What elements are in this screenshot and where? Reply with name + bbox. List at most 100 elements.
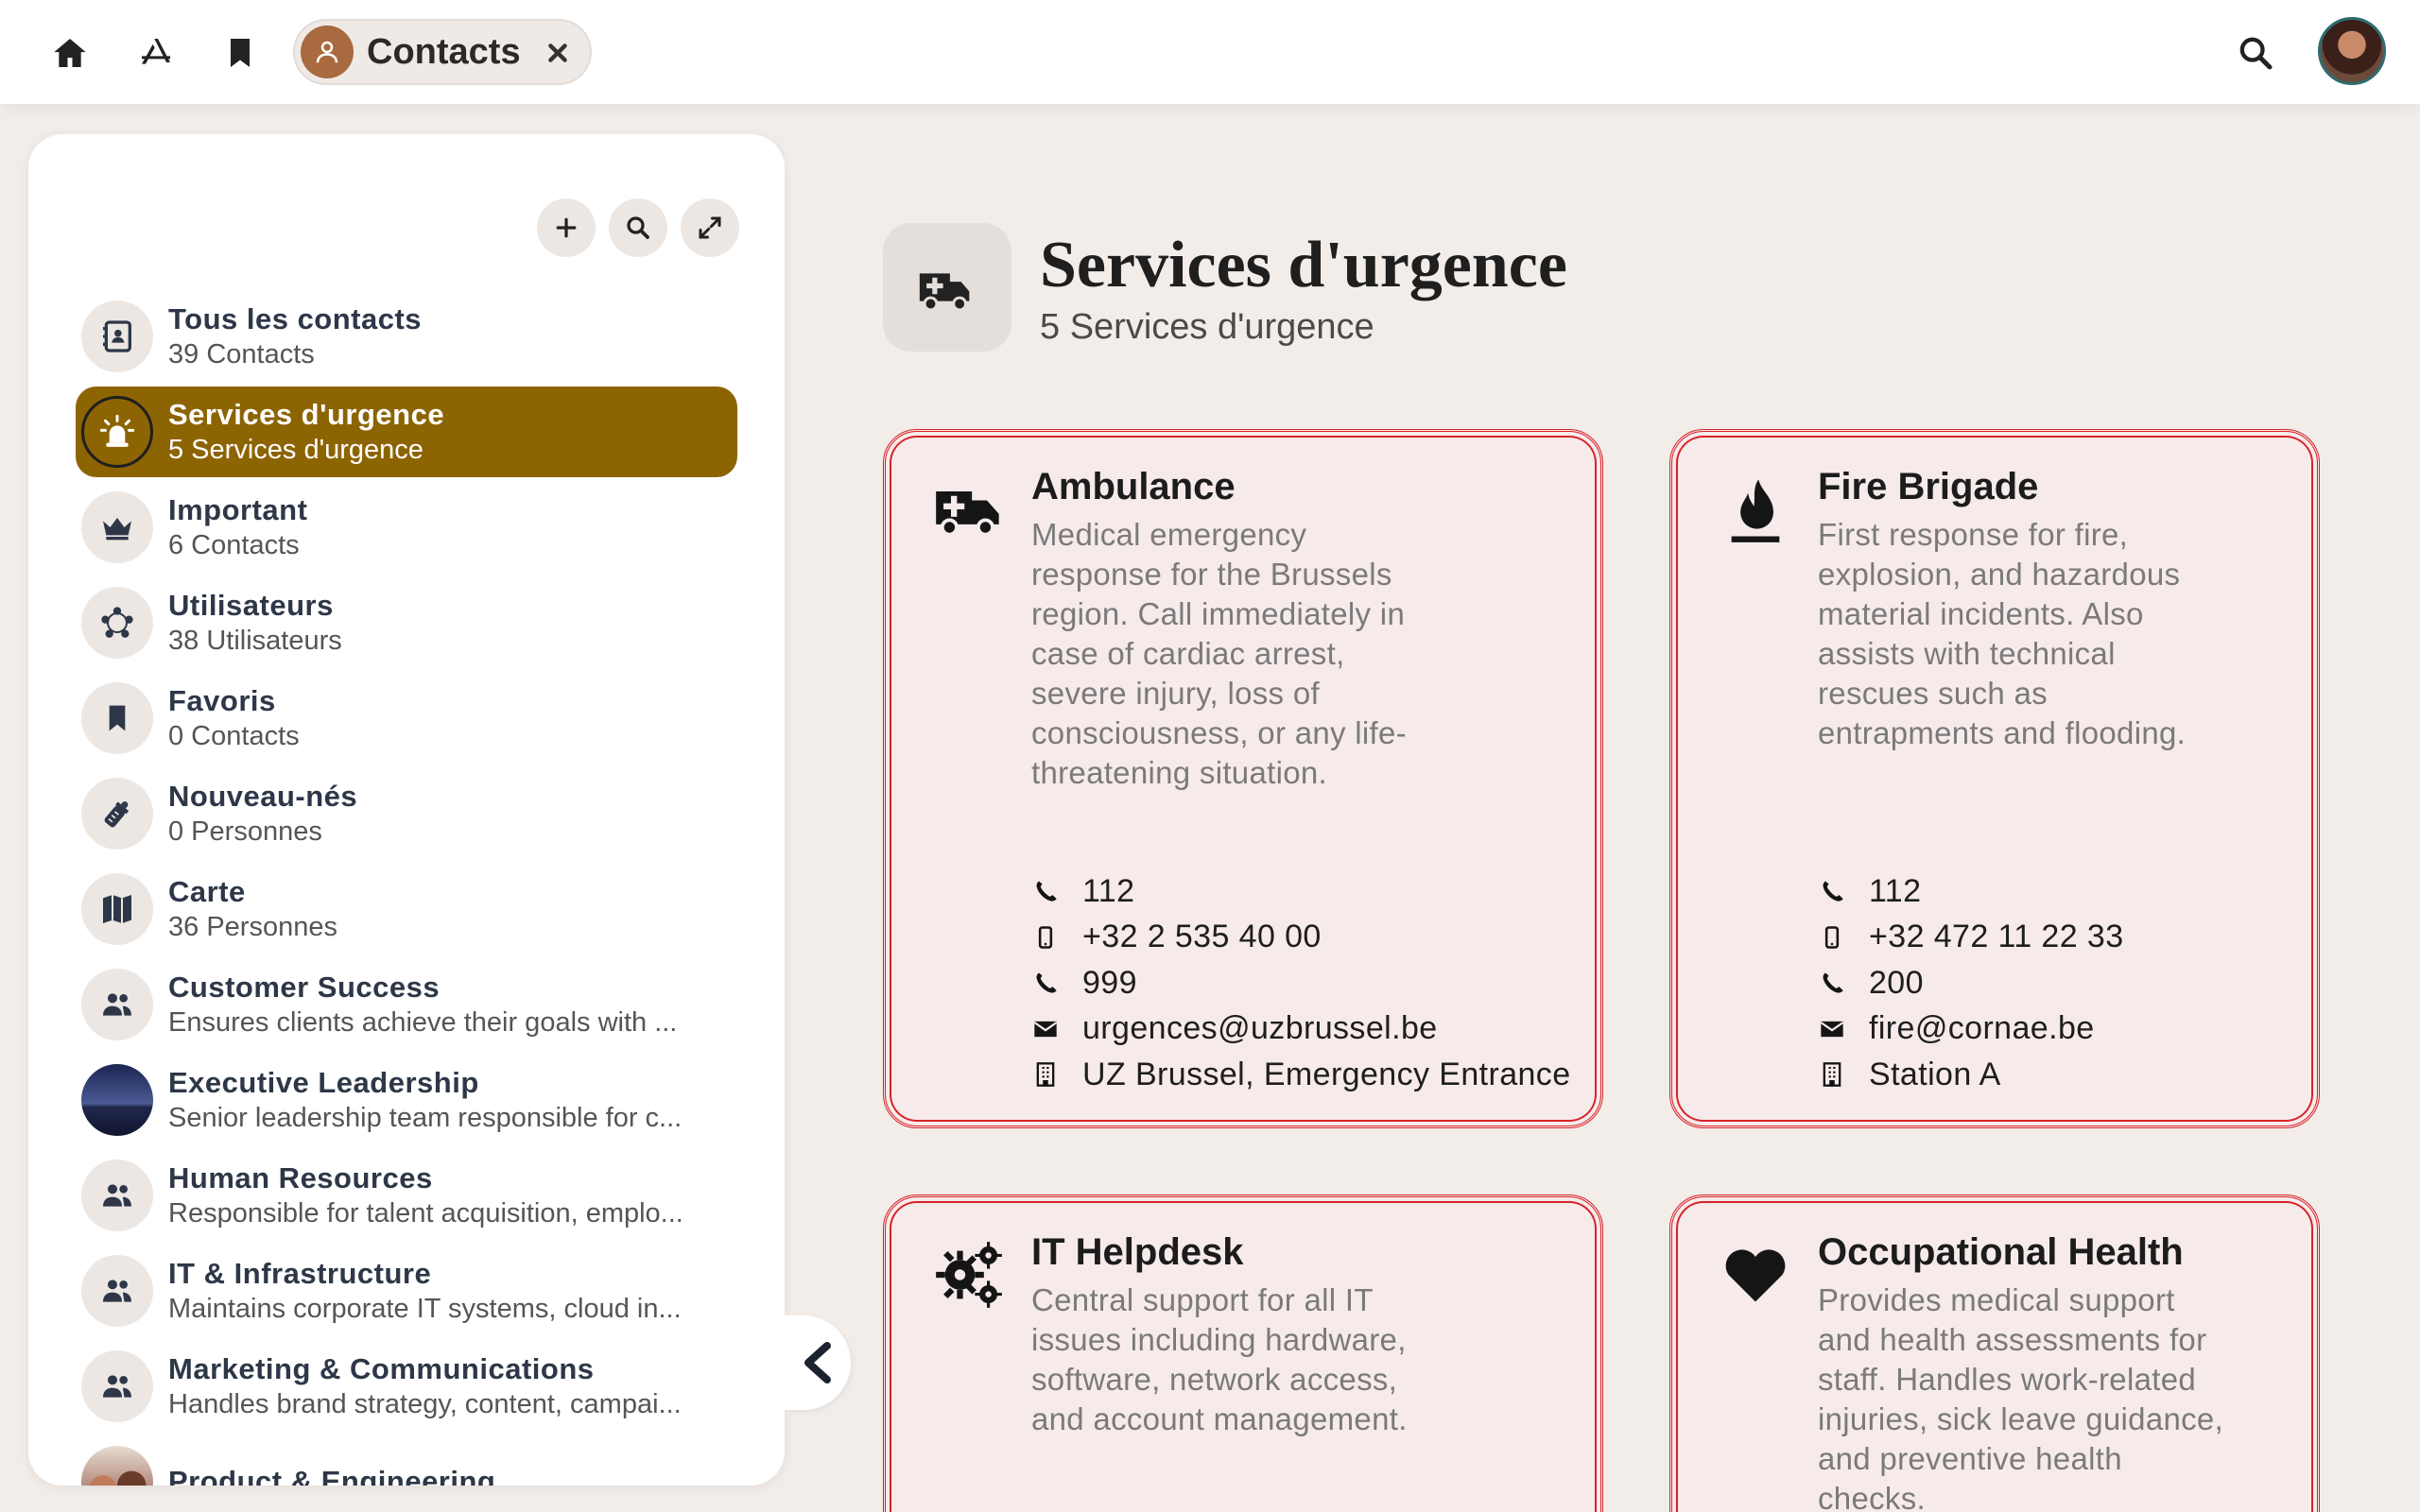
sidebar-item-title: Utilisateurs — [168, 589, 334, 622]
siren-icon — [81, 396, 153, 468]
sidebar-item-it-infrastructure[interactable]: IT & Infrastructure Maintains corporate I… — [76, 1246, 737, 1336]
top-bar: Contacts — [0, 0, 2420, 104]
sidebar-item-customer-success[interactable]: Customer Success Ensures clients achieve … — [76, 959, 737, 1050]
chevron-left-icon — [804, 1342, 831, 1383]
contact-value: 200 — [1869, 964, 1924, 1001]
sidebar-item-title: Nouveau-nés — [168, 780, 358, 813]
sidebar-item-subtitle: 6 Contacts — [168, 530, 300, 560]
sidebar-item-subtitle: 5 Services d'urgence — [168, 435, 424, 465]
building-icon — [1031, 1060, 1060, 1089]
expand-icon — [699, 216, 721, 239]
sidebar-item-title: Important — [168, 493, 308, 526]
envelope-icon — [1031, 1015, 1060, 1043]
envelope-icon — [1818, 1015, 1846, 1043]
sidebar-item-users[interactable]: Utilisateurs 38 Utilisateurs — [76, 577, 737, 668]
mobile-number[interactable]: +32 2 535 40 00 — [1031, 915, 1571, 961]
gears-icon — [931, 1237, 1007, 1313]
crown-icon — [81, 491, 153, 563]
email-address[interactable]: urgences@uzbrussel.be — [1031, 1006, 1571, 1053]
sidebar-item-subtitle: 39 Contacts — [168, 339, 315, 369]
sidebar-item-title: Favoris — [168, 684, 276, 717]
sidebar-item-map[interactable]: Carte 36 Personnes — [76, 864, 737, 954]
sidebar-search-button[interactable] — [609, 198, 667, 257]
contact-card-fire-brigade[interactable]: Fire Brigade First response for fire, ex… — [1669, 429, 2320, 1128]
phone-number[interactable]: 999 — [1031, 960, 1571, 1006]
phone-icon — [1031, 969, 1060, 997]
card-title: IT Helpdesk — [1031, 1231, 1244, 1273]
sidebar-item-title: Services d'urgence — [168, 398, 445, 431]
contact-value: fire@cornae.be — [1869, 1010, 2095, 1047]
sidebar-item-title: Tous les contacts — [168, 302, 423, 335]
sidebar-item-emergency-services[interactable]: Services d'urgence 5 Services d'urgence — [76, 387, 737, 477]
search-icon[interactable] — [2229, 26, 2282, 79]
phone-icon — [1818, 877, 1846, 905]
phone-number[interactable]: 112 — [1031, 868, 1571, 915]
card-contact-list: 112 +32 472 11 22 33 200 fire@cornae.be … — [1818, 868, 2124, 1098]
phone-number[interactable]: 112 — [1818, 868, 2124, 915]
contacts-tab[interactable]: Contacts — [293, 19, 592, 85]
contacts-tab-label: Contacts — [367, 31, 521, 72]
card-description: Central support for all IT issues includ… — [1031, 1282, 1408, 1436]
phone-number[interactable]: 200 — [1818, 960, 2124, 1006]
bookmark-icon[interactable] — [214, 26, 267, 79]
card-title: Fire Brigade — [1818, 466, 2039, 507]
app-store-icon[interactable] — [130, 26, 182, 79]
fire-icon — [1718, 472, 1793, 547]
ambulance-icon — [883, 223, 1011, 352]
mobile-number[interactable]: +32 472 11 22 33 — [1818, 915, 2124, 961]
home-icon[interactable] — [43, 26, 96, 79]
contact-value: urgences@uzbrussel.be — [1082, 1010, 1438, 1047]
building-icon — [1818, 1060, 1846, 1089]
contact-card-it-helpdesk[interactable]: IT Helpdesk Central support for all IT i… — [883, 1194, 1603, 1512]
add-button[interactable] — [537, 198, 596, 257]
sidebar-item-marketing-communications[interactable]: Marketing & Communications Handles brand … — [76, 1341, 737, 1432]
contact-value: 999 — [1082, 964, 1137, 1001]
address[interactable]: Station A — [1818, 1052, 2124, 1098]
sidebar-item-subtitle: Senior leadership team responsible for c… — [168, 1103, 683, 1133]
sidebar: Tous les contacts 39 Contacts Services d'… — [28, 134, 785, 1486]
card-title: Ambulance — [1031, 466, 1236, 507]
sidebar-item-title: Executive Leadership — [168, 1066, 479, 1099]
contact-card-occupational-health[interactable]: Occupational Health Provides medical sup… — [1669, 1194, 2320, 1512]
contact-value: UZ Brussel, Emergency Entrance — [1082, 1056, 1571, 1092]
user-avatar[interactable] — [2318, 17, 2386, 85]
sidebar-item-favorites[interactable]: Favoris 0 Contacts — [76, 673, 737, 764]
contact-value: +32 2 535 40 00 — [1082, 919, 1322, 955]
group-photo — [81, 1446, 153, 1486]
page-header: Services d'urgence 5 Services d'urgence — [883, 223, 1567, 352]
sidebar-item-subtitle: 0 Contacts — [168, 721, 300, 751]
person-icon — [301, 26, 354, 78]
sidebar-item-subtitle: 38 Utilisateurs — [168, 626, 342, 656]
card-description: First response for fire, explosion, and … — [1818, 517, 2187, 750]
sidebar-item-human-resources[interactable]: Human Resources Responsible for talent ac… — [76, 1150, 737, 1241]
contact-card-ambulance[interactable]: Ambulance Medical emergency response for… — [883, 429, 1603, 1128]
sidebar-item-all-contacts[interactable]: Tous les contacts 39 Contacts — [76, 291, 737, 382]
page-subtitle: 5 Services d'urgence — [1040, 306, 1374, 347]
card-description: Provides medical support and health asse… — [1818, 1282, 2224, 1512]
sidebar-item-subtitle: Handles brand strategy, content, campai.… — [168, 1389, 682, 1419]
sidebar-item-subtitle: Responsible for talent acquisition, empl… — [168, 1198, 683, 1228]
email-address[interactable]: fire@cornae.be — [1818, 1006, 2124, 1053]
contact-value: 112 — [1869, 872, 1922, 909]
contact-value: +32 472 11 22 33 — [1869, 919, 2124, 955]
bookmark-icon — [81, 682, 153, 754]
plus-icon — [556, 217, 577, 238]
sidebar-item-title: Marketing & Communications — [168, 1352, 595, 1385]
address-book-icon — [81, 301, 153, 372]
sidebar-item-title: IT & Infrastructure — [168, 1257, 432, 1290]
close-icon[interactable] — [539, 34, 577, 72]
expand-button[interactable] — [681, 198, 739, 257]
card-description: Medical emergency response for the Bruss… — [1031, 517, 1407, 790]
sidebar-item-newborns[interactable]: Nouveau-nés 0 Personnes — [76, 768, 737, 859]
group-icon — [81, 1350, 153, 1422]
contact-value: 112 — [1082, 872, 1135, 909]
address[interactable]: UZ Brussel, Emergency Entrance — [1031, 1052, 1571, 1098]
group-icon — [81, 969, 153, 1040]
sidebar-item-product-engineering[interactable]: Product & Engineering — [76, 1436, 737, 1486]
sidebar-item-title: Product & Engineering — [168, 1465, 496, 1486]
sidebar-item-important[interactable]: Important 6 Contacts — [76, 482, 737, 573]
sidebar-item-executive-leadership[interactable]: Executive Leadership Senior leadership te… — [76, 1055, 737, 1145]
collapse-sidebar-button[interactable] — [785, 1315, 851, 1410]
sidebar-item-title: Human Resources — [168, 1161, 433, 1194]
page-title: Services d'urgence — [1040, 228, 1567, 301]
